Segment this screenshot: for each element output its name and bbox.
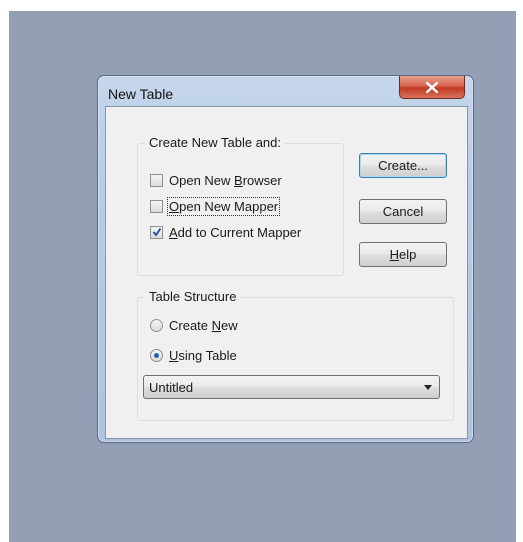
create-options-label: Create New Table and: — [145, 135, 286, 150]
radio-button[interactable] — [150, 319, 163, 332]
table-select[interactable]: Untitled — [143, 375, 440, 399]
checkbox-box[interactable] — [150, 226, 163, 239]
close-button[interactable] — [399, 76, 465, 99]
checkbox-label: Add to Current Mapper — [169, 225, 302, 240]
checkmark-icon — [152, 227, 162, 237]
open-new-mapper-checkbox[interactable]: Open New Mapper — [150, 197, 281, 216]
table-structure-label: Table Structure — [145, 289, 241, 304]
using-table-radio[interactable]: Using Table — [150, 348, 237, 363]
create-button[interactable]: Create... — [359, 153, 447, 178]
checkbox-label: Open New Mapper — [166, 197, 281, 216]
add-to-current-mapper-checkbox[interactable]: Add to Current Mapper — [150, 225, 301, 240]
close-icon — [426, 81, 438, 93]
dialog-title: New Table — [108, 86, 174, 102]
checkbox-box[interactable] — [150, 174, 163, 187]
create-new-radio[interactable]: Create New — [150, 318, 238, 333]
dropdown-arrow-icon[interactable] — [424, 385, 432, 390]
help-button[interactable]: Help — [359, 242, 447, 267]
checkbox-box[interactable] — [150, 200, 163, 213]
radio-label: Create New — [169, 318, 238, 333]
cancel-button[interactable]: Cancel — [359, 199, 447, 224]
checkbox-label: Open New Browser — [169, 173, 282, 188]
open-new-browser-checkbox[interactable]: Open New Browser — [150, 173, 282, 188]
table-select-value: Untitled — [149, 379, 194, 395]
radio-label: Using Table — [169, 348, 237, 363]
new-table-dialog: New Table Create New Table and: Open New… — [97, 75, 474, 443]
dialog-client-area: Create New Table and: Open New Browser O… — [105, 106, 468, 439]
radio-button[interactable] — [150, 349, 163, 362]
